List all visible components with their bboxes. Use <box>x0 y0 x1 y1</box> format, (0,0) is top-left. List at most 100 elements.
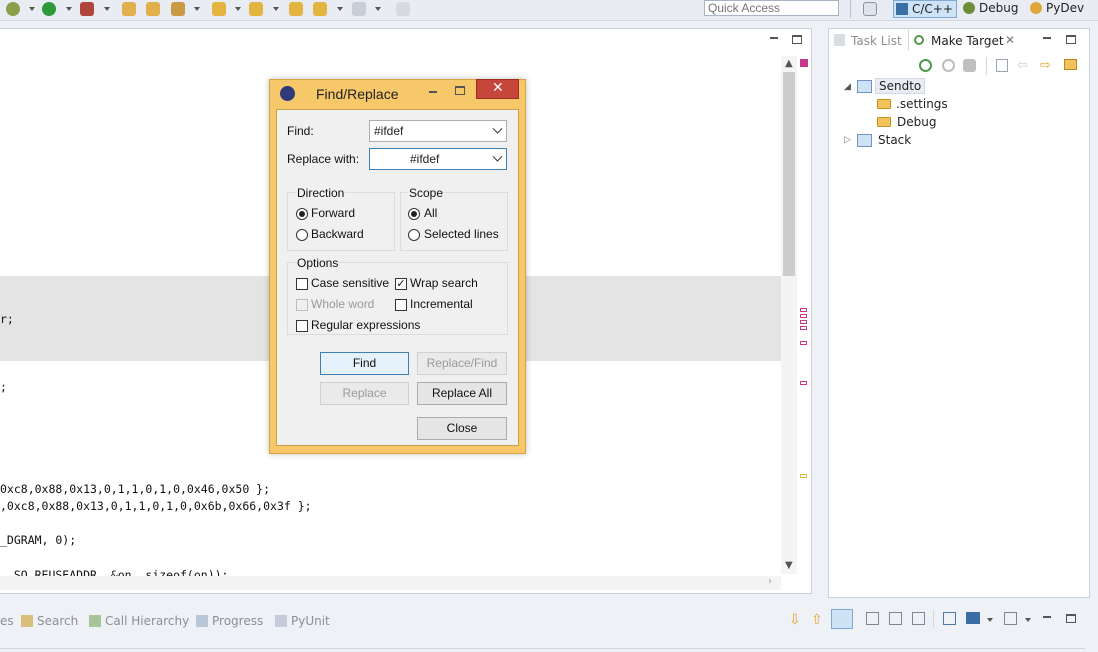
occurrence-marker[interactable] <box>800 320 807 324</box>
link-with-editor-icon[interactable] <box>831 609 853 629</box>
maximize-icon[interactable] <box>792 35 802 44</box>
maximize-icon[interactable] <box>455 86 465 95</box>
perspective-label: PyDev <box>1046 1 1085 15</box>
whole-word-checkbox[interactable] <box>296 299 308 311</box>
tab-task-list[interactable]: Task List <box>851 34 902 48</box>
build-target-icon[interactable] <box>919 59 932 72</box>
dropdown-arrow-icon[interactable] <box>337 7 343 11</box>
pydev-perspective-icon <box>1030 2 1042 14</box>
open-folder-icon[interactable] <box>122 2 136 16</box>
tab-progress[interactable]: Progress <box>196 614 263 628</box>
selected-lines-radio[interactable] <box>408 229 420 241</box>
tree-item-stack[interactable]: Stack <box>878 133 911 147</box>
tree-expand-icon[interactable]: ▷ <box>844 135 851 145</box>
chevron-down-icon[interactable] <box>492 123 503 134</box>
incremental-checkbox[interactable] <box>395 299 407 311</box>
occurrence-marker[interactable] <box>800 326 807 330</box>
replace-all-button[interactable]: Replace All <box>417 382 507 405</box>
prev-annotation-icon[interactable] <box>249 2 263 16</box>
tab-pyunit[interactable]: PyUnit <box>275 614 330 628</box>
backward-radio[interactable] <box>296 229 308 241</box>
tab-make-target[interactable]: Make Target <box>931 34 1004 48</box>
occurrence-marker[interactable] <box>800 308 807 312</box>
wrap-search-checkbox[interactable]: ✓ <box>395 278 407 290</box>
maximize-icon[interactable] <box>1066 35 1076 44</box>
scroll-right-icon[interactable]: › <box>768 576 772 587</box>
build-gear-icon[interactable] <box>6 2 20 16</box>
close-tab-icon[interactable]: ✕ <box>1005 33 1015 47</box>
dropdown-arrow-icon[interactable] <box>235 7 241 11</box>
occurrence-marker[interactable] <box>800 314 807 318</box>
close-dialog-button[interactable]: ✕ <box>476 79 519 99</box>
tree-collapse-icon[interactable]: ◢ <box>844 82 851 92</box>
chevron-down-icon[interactable] <box>492 151 503 162</box>
replace-button[interactable]: Replace <box>320 382 409 405</box>
external-tools-icon[interactable] <box>80 2 94 16</box>
scroll-up-icon[interactable]: ▲ <box>785 58 793 69</box>
minimize-icon[interactable] <box>1043 613 1051 618</box>
previous-icon[interactable]: ⇧ <box>811 612 823 628</box>
tab-properties[interactable]: es <box>0 614 14 628</box>
dropdown-arrow-icon[interactable] <box>66 7 72 11</box>
dropdown-arrow-icon[interactable] <box>987 618 993 622</box>
dropdown-arrow-icon[interactable] <box>273 7 279 11</box>
perspective-debug[interactable]: Debug <box>961 0 1023 18</box>
dropdown-arrow-icon[interactable] <box>29 7 35 11</box>
home-icon[interactable] <box>996 59 1008 72</box>
occurrence-marker[interactable] <box>800 341 807 345</box>
tab-search[interactable]: Search <box>21 614 78 628</box>
forward-radio[interactable] <box>296 208 308 220</box>
next-icon[interactable]: ⇩ <box>789 612 801 628</box>
perspective-pydev[interactable]: PyDev <box>1028 0 1098 18</box>
dropdown-arrow-icon[interactable] <box>375 7 381 11</box>
open-file-icon[interactable] <box>146 2 160 16</box>
overview-ruler[interactable] <box>797 56 811 576</box>
replace-find-button[interactable]: Replace/Find <box>417 352 507 375</box>
dropdown-arrow-icon[interactable] <box>194 7 200 11</box>
perspective-cpp[interactable]: C/C++ <box>893 0 957 18</box>
back-arrow-icon[interactable]: ⇦ <box>1017 58 1028 73</box>
error-marker-icon[interactable] <box>800 59 808 67</box>
last-edit-icon[interactable] <box>289 2 303 16</box>
scope-all-radio[interactable] <box>408 208 420 220</box>
replace-combo[interactable]: #ifdef <box>369 148 507 170</box>
collapse-all-icon[interactable] <box>889 612 902 625</box>
warning-marker[interactable] <box>800 474 807 478</box>
edit-target-icon[interactable] <box>942 59 955 72</box>
regular-expressions-checkbox[interactable] <box>296 320 308 332</box>
tab-call-hierarchy[interactable]: Call Hierarchy <box>89 614 189 628</box>
maximize-icon[interactable] <box>1066 614 1076 623</box>
minimize-icon[interactable] <box>770 34 778 39</box>
pin-view-icon[interactable] <box>943 612 956 625</box>
refresh-target-icon[interactable] <box>963 59 976 72</box>
forward-icon[interactable] <box>352 2 366 16</box>
tree-item-sendto[interactable]: Sendto <box>875 78 926 94</box>
quick-access-input[interactable] <box>704 0 839 16</box>
back-icon[interactable] <box>313 2 327 16</box>
run-icon[interactable] <box>42 2 56 16</box>
tree-item-debug[interactable]: Debug <box>897 115 936 129</box>
pin-editor-icon[interactable] <box>396 2 410 16</box>
hide-empty-folders-icon[interactable] <box>1064 59 1077 70</box>
minimize-icon[interactable] <box>429 88 437 93</box>
find-combo[interactable]: #ifdef <box>369 120 507 142</box>
case-sensitive-checkbox[interactable] <box>296 278 308 290</box>
forward-arrow-icon[interactable]: ⇨ <box>1040 58 1051 73</box>
tree-item-settings[interactable]: .settings <box>896 97 948 111</box>
filter-icon[interactable] <box>912 612 925 625</box>
layout-icon[interactable] <box>866 612 879 625</box>
new-view-icon[interactable] <box>1004 612 1017 625</box>
dropdown-arrow-icon[interactable] <box>104 7 110 11</box>
minimize-icon[interactable] <box>1043 34 1051 39</box>
close-button[interactable]: Close <box>417 417 507 440</box>
occurrence-marker[interactable] <box>800 381 807 385</box>
find-button[interactable]: Find <box>320 352 409 375</box>
dropdown-arrow-icon[interactable] <box>1025 618 1031 622</box>
open-perspective-icon[interactable] <box>863 2 877 16</box>
next-annotation-icon[interactable] <box>212 2 226 16</box>
scroll-down-icon[interactable]: ▼ <box>785 560 793 571</box>
marker-icon[interactable] <box>171 2 185 16</box>
editor-horizontal-scrollbar[interactable] <box>0 576 781 590</box>
display-selected-icon[interactable] <box>966 612 980 624</box>
scrollbar-thumb[interactable] <box>783 72 795 276</box>
